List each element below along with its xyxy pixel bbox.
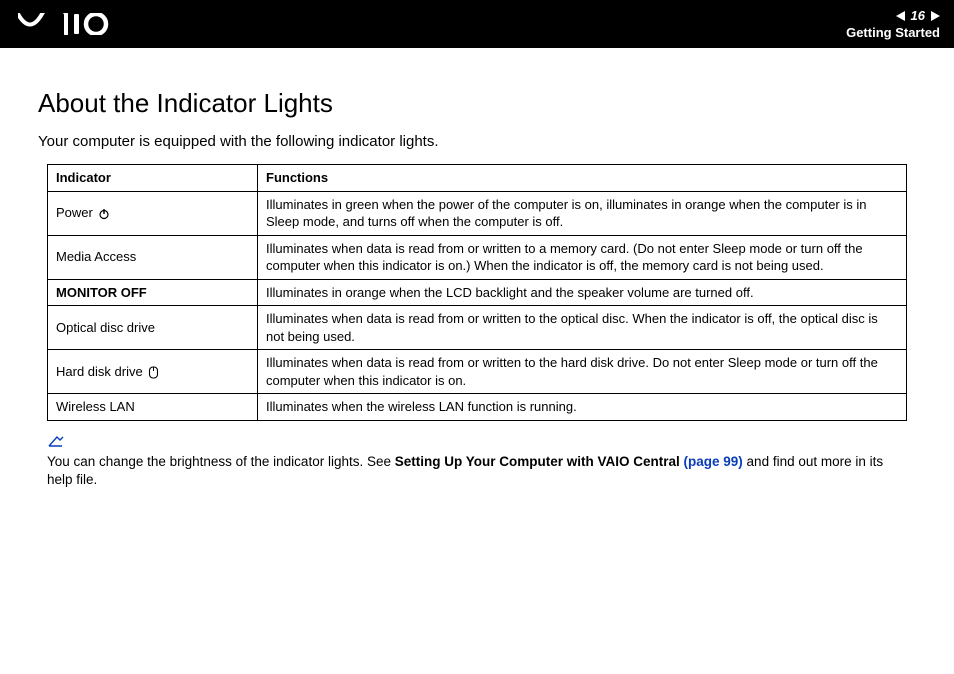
vaio-logo <box>18 13 114 35</box>
functions-cell: Illuminates when data is read from or wr… <box>258 306 907 350</box>
indicator-cell: Power <box>48 191 258 235</box>
page-title: About the Indicator Lights <box>38 88 916 119</box>
disk-icon <box>148 366 159 379</box>
page-content: About the Indicator Lights Your computer… <box>0 48 954 489</box>
th-indicator: Indicator <box>48 165 258 192</box>
functions-cell: Illuminates in orange when the LCD backl… <box>258 279 907 306</box>
page-nav: 16 <box>896 8 940 23</box>
functions-cell: Illuminates when data is read from or wr… <box>258 235 907 279</box>
next-page-icon[interactable] <box>931 11 940 21</box>
page-header: 16 Getting Started <box>0 0 954 48</box>
page-number: 16 <box>911 8 925 23</box>
indicator-cell: Wireless LAN <box>48 394 258 421</box>
functions-cell: Illuminates when data is read from or wr… <box>258 350 907 394</box>
table-row: Wireless LANIlluminates when the wireles… <box>48 394 907 421</box>
indicator-cell: Optical disc drive <box>48 306 258 350</box>
functions-cell: Illuminates in green when the power of t… <box>258 191 907 235</box>
section-title: Getting Started <box>846 25 940 40</box>
note: You can change the brightness of the ind… <box>47 431 907 489</box>
table-row: Optical disc driveIlluminates when data … <box>48 306 907 350</box>
table-row: Media AccessIlluminates when data is rea… <box>48 235 907 279</box>
th-functions: Functions <box>258 165 907 192</box>
note-icon <box>47 433 65 455</box>
functions-cell: Illuminates when the wireless LAN functi… <box>258 394 907 421</box>
header-right: 16 Getting Started <box>846 8 940 40</box>
indicator-cell: MONITOR OFF <box>48 279 258 306</box>
indicator-cell: Media Access <box>48 235 258 279</box>
indicator-table: Indicator Functions Power Illuminates in… <box>47 164 907 421</box>
note-strong: Setting Up Your Computer with VAIO Centr… <box>395 454 684 469</box>
intro-text: Your computer is equipped with the follo… <box>38 133 916 150</box>
power-icon <box>98 208 110 220</box>
note-pre: You can change the brightness of the ind… <box>47 454 395 469</box>
table-row: Hard disk drive Illuminates when data is… <box>48 350 907 394</box>
table-row: MONITOR OFFIlluminates in orange when th… <box>48 279 907 306</box>
table-row: Power Illuminates in green when the powe… <box>48 191 907 235</box>
indicator-cell: Hard disk drive <box>48 350 258 394</box>
note-link[interactable]: (page 99) <box>684 454 743 469</box>
prev-page-icon[interactable] <box>896 11 905 21</box>
